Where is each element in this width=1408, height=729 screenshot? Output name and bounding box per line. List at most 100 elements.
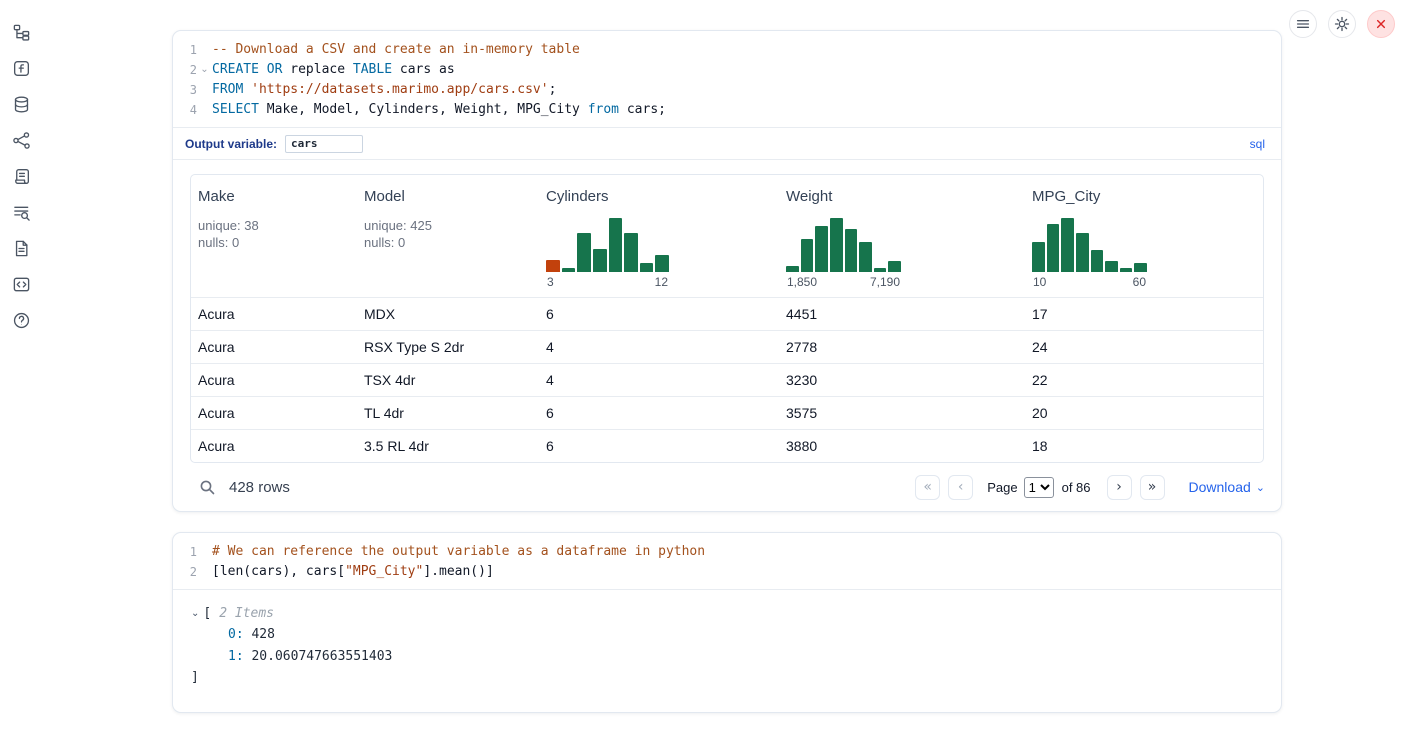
table-row[interactable]: AcuraMDX6445117 <box>191 297 1264 330</box>
page-total: of 86 <box>1062 480 1091 495</box>
file-tree-button[interactable] <box>11 22 31 42</box>
histogram-bar[interactable] <box>1076 233 1089 272</box>
code-token: ; <box>549 80 557 100</box>
code-token: CREATE <box>212 60 259 80</box>
code-line[interactable]: 1-- Download a CSV and create an in-memo… <box>173 40 1281 60</box>
table-footer: 428 rows « ‹ Page 1 of 86 › » Download ⌄ <box>173 463 1281 511</box>
settings-button[interactable] <box>1328 10 1356 38</box>
datasources-button[interactable] <box>11 94 31 114</box>
sql-code-editor[interactable]: 1-- Download a CSV and create an in-memo… <box>173 31 1281 128</box>
histogram-bar[interactable] <box>815 226 828 272</box>
histogram-bar[interactable] <box>874 268 887 272</box>
histogram-bar[interactable] <box>577 233 591 272</box>
code-token: from <box>588 100 619 120</box>
download-button[interactable]: Download ⌄ <box>1189 479 1265 495</box>
fold-indicator-icon[interactable]: ⌄ <box>197 60 212 80</box>
prev-page-button[interactable]: ‹ <box>948 475 973 500</box>
menu-button[interactable] <box>1289 10 1317 38</box>
code-line[interactable]: 3FROM 'https://datasets.marimo.app/cars.… <box>173 80 1281 100</box>
data-table: Make unique: 38 nulls: 0 Model unique: 4… <box>191 175 1264 462</box>
hamburger-icon <box>1294 15 1312 33</box>
histogram-bar[interactable] <box>830 218 843 272</box>
table-cell: 22 <box>1025 363 1264 396</box>
histogram-bar[interactable] <box>1120 268 1133 272</box>
table-row[interactable]: AcuraRSX Type S 2dr4277824 <box>191 330 1264 363</box>
histogram-bar[interactable] <box>1032 242 1045 272</box>
histogram-bar[interactable] <box>888 261 901 272</box>
column-header-make[interactable]: Make unique: 38 nulls: 0 <box>191 175 357 297</box>
histogram-bar[interactable] <box>593 249 607 272</box>
table-cell: Acura <box>191 330 357 363</box>
column-header-weight[interactable]: Weight 1,850 7,190 <box>779 175 1025 297</box>
tree-item-key: 0: <box>228 627 251 642</box>
column-header-model[interactable]: Model unique: 425 nulls: 0 <box>357 175 539 297</box>
table-cell: 20 <box>1025 396 1264 429</box>
line-number: 1 <box>173 542 197 562</box>
column-header-cylinders[interactable]: Cylinders 3 12 <box>539 175 779 297</box>
sidebar <box>11 22 31 330</box>
histogram-bar[interactable] <box>1134 263 1147 272</box>
page-select[interactable]: 1 <box>1024 477 1054 498</box>
histogram-bar[interactable] <box>655 255 669 272</box>
column-header-mpg-city[interactable]: MPG_City 10 60 <box>1025 175 1264 297</box>
gear-icon <box>1333 15 1351 33</box>
code-line[interactable]: 1 # We can reference the output variable … <box>173 542 1281 562</box>
download-label: Download <box>1189 479 1251 495</box>
database-icon <box>12 95 31 114</box>
code-token: # We can reference the output variable a… <box>212 542 705 562</box>
column-name: Model <box>364 188 539 205</box>
table-cell: 4 <box>539 363 779 396</box>
page-label: Page <box>987 480 1017 495</box>
search-list-icon <box>12 203 31 222</box>
table-cell: 4 <box>539 330 779 363</box>
code-line[interactable]: 2⌄CREATE OR replace TABLE cars as <box>173 60 1281 80</box>
table-row[interactable]: Acura3.5 RL 4dr6388018 <box>191 429 1264 462</box>
column-name: Weight <box>786 188 1025 205</box>
dependency-graph-button[interactable] <box>11 130 31 150</box>
table-cell: Acura <box>191 363 357 396</box>
output-variable-input[interactable] <box>285 135 363 153</box>
tree-item: 0: 428 <box>228 624 1265 646</box>
shutdown-button[interactable] <box>1367 10 1395 38</box>
snippets-button[interactable] <box>11 274 31 294</box>
tree-root: ⌄ [ 2 Items <box>191 602 1265 624</box>
documentation-button[interactable] <box>11 238 31 258</box>
scratchpad-button[interactable] <box>11 58 31 78</box>
table-row[interactable]: AcuraTL 4dr6357520 <box>191 396 1264 429</box>
histogram-bar[interactable] <box>1091 250 1104 272</box>
code-line[interactable]: 4SELECT Make, Model, Cylinders, Weight, … <box>173 100 1281 120</box>
table-cell: RSX Type S 2dr <box>357 330 539 363</box>
code-line[interactable]: 2[len(cars), cars["MPG_City"].mean()] <box>173 562 1281 582</box>
hist-min: 10 <box>1033 275 1046 289</box>
histogram-bar[interactable] <box>859 242 872 272</box>
help-button[interactable] <box>11 310 31 330</box>
histogram-bar[interactable] <box>562 268 576 272</box>
next-page-button[interactable]: › <box>1107 475 1132 500</box>
chevron-down-icon: ⌄ <box>1256 481 1265 494</box>
code-box-icon <box>12 275 31 294</box>
first-page-button[interactable]: « <box>915 475 940 500</box>
python-cell: 1 # We can reference the output variable … <box>172 532 1282 713</box>
tree-collapse-icon[interactable]: ⌄ <box>191 608 199 619</box>
histogram-bar[interactable] <box>1105 261 1118 272</box>
last-page-button[interactable]: » <box>1140 475 1165 500</box>
table-search-button[interactable] <box>199 479 216 496</box>
logs-button[interactable] <box>11 166 31 186</box>
column-stats: unique: 38 nulls: 0 <box>198 217 357 251</box>
table-row[interactable]: AcuraTSX 4dr4323022 <box>191 363 1264 396</box>
histogram-bar[interactable] <box>786 266 799 272</box>
scroll-icon <box>12 167 31 186</box>
python-code-editor[interactable]: 1 # We can reference the output variable … <box>173 533 1281 590</box>
unique-count: unique: 38 <box>198 217 357 234</box>
histogram-bar[interactable] <box>624 233 638 272</box>
table-cell: Acura <box>191 429 357 462</box>
histogram-bar[interactable] <box>640 263 654 272</box>
outline-button[interactable] <box>11 202 31 222</box>
histogram-bar[interactable] <box>609 218 623 272</box>
histogram-bar[interactable] <box>845 229 858 272</box>
code-token: cars; <box>619 100 666 120</box>
histogram-bar[interactable] <box>1047 224 1060 272</box>
histogram-bar[interactable] <box>801 239 814 272</box>
histogram-bar[interactable] <box>1061 218 1074 272</box>
histogram-bar[interactable] <box>546 260 560 272</box>
